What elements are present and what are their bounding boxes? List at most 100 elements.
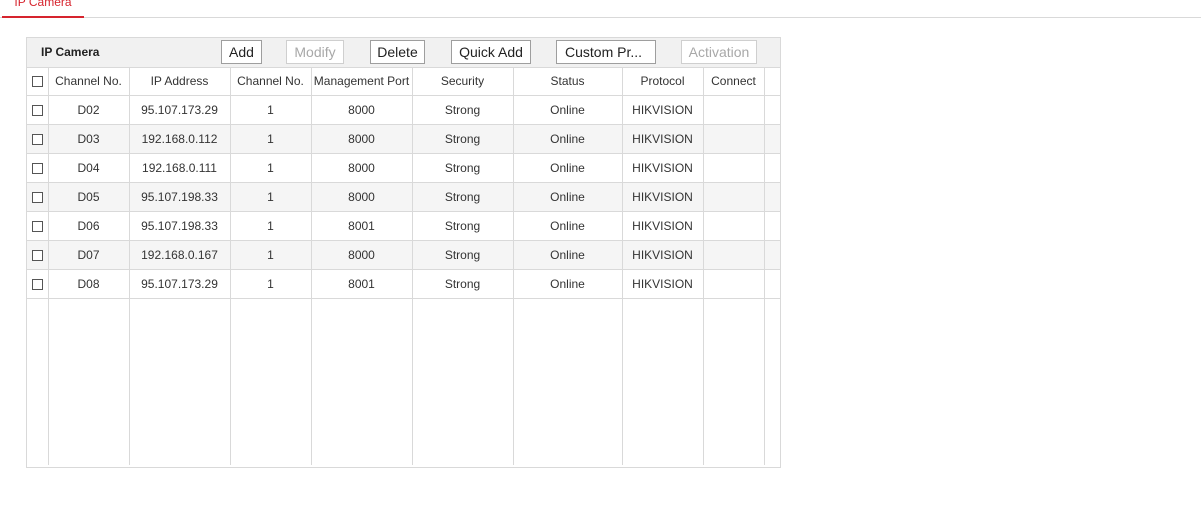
- empty-cell: [622, 298, 704, 465]
- ip-address-cell: 95.107.173.29: [129, 269, 231, 299]
- connect-cell: [703, 124, 765, 154]
- table-row[interactable]: D02 95.107.173.29 1 8000 Strong Online HIKVISI…: [27, 95, 781, 125]
- management-port-cell: 8001: [311, 269, 413, 299]
- delete-button[interactable]: Delete: [370, 40, 425, 64]
- status-cell: Online: [513, 269, 623, 299]
- channel-no-cell: D08: [48, 269, 130, 299]
- select-all-checkbox[interactable]: [31, 76, 43, 88]
- scrollbar-gutter: [764, 269, 781, 299]
- ip-address-cell: 95.107.198.33: [129, 211, 231, 241]
- connect-cell: [703, 95, 765, 125]
- protocol-cell: HIKVISION: [622, 182, 704, 212]
- row-checkbox[interactable]: [31, 105, 43, 117]
- row-checkbox[interactable]: [31, 134, 43, 146]
- scrollbar-gutter: [764, 182, 781, 212]
- security-cell: Strong: [412, 95, 514, 125]
- channel-number-cell: 1: [230, 182, 312, 212]
- column-header[interactable]: Connect: [703, 67, 765, 96]
- connect-cell: [703, 182, 765, 212]
- row-select-cell: [27, 269, 49, 299]
- column-header[interactable]: Channel No.: [48, 67, 130, 96]
- ip-camera-panel: IP Camera Add Modify Delete Quick Add Cu…: [26, 37, 781, 468]
- connect-cell: [703, 153, 765, 183]
- empty-cell: [48, 298, 130, 465]
- quick-add-button[interactable]: Quick Add: [451, 40, 531, 64]
- table-row[interactable]: D05 95.107.198.33 1 8000 Strong Online HIKVISI…: [27, 182, 781, 212]
- ip-address-cell: 192.168.0.111: [129, 153, 231, 183]
- row-select-cell: [27, 211, 49, 241]
- custom-protocol-button[interactable]: Custom Pr...: [556, 40, 656, 64]
- table-header-row: Channel No. IP Address Channel No. Manag…: [27, 67, 781, 96]
- status-cell: Online: [513, 124, 623, 154]
- table-row[interactable]: D08 95.107.173.29 1 8001 Strong Online HIKVISI…: [27, 269, 781, 299]
- security-cell: Strong: [412, 269, 514, 299]
- table-row[interactable]: D04 192.168.0.111 1 8000 Strong Online HIKVISI…: [27, 153, 781, 183]
- connect-cell: [703, 269, 765, 299]
- management-port-cell: 8000: [311, 124, 413, 154]
- connect-cell: [703, 240, 765, 270]
- protocol-cell: HIKVISION: [622, 95, 704, 125]
- row-select-cell: [27, 95, 49, 125]
- modify-button[interactable]: Modify: [286, 40, 344, 64]
- scrollbar-gutter: [764, 95, 781, 125]
- security-cell: Strong: [412, 211, 514, 241]
- select-all-cell: [27, 67, 49, 96]
- channel-number-cell: 1: [230, 153, 312, 183]
- empty-cell: [703, 298, 765, 465]
- ip-address-cell: 192.168.0.112: [129, 124, 231, 154]
- channel-number-cell: 1: [230, 211, 312, 241]
- column-header[interactable]: Security: [412, 67, 514, 96]
- status-cell: Online: [513, 240, 623, 270]
- add-button[interactable]: Add: [221, 40, 262, 64]
- toolbar-title: IP Camera: [41, 45, 100, 59]
- row-select-cell: [27, 124, 49, 154]
- row-checkbox[interactable]: [31, 279, 43, 291]
- tab-ip-camera[interactable]: IP Camera: [2, 0, 84, 18]
- protocol-cell: HIKVISION: [622, 124, 704, 154]
- channel-no-cell: D02: [48, 95, 130, 125]
- empty-cell: [311, 298, 413, 465]
- column-header[interactable]: Management Port: [311, 67, 413, 96]
- row-checkbox[interactable]: [31, 250, 43, 262]
- channel-no-cell: D03: [48, 124, 130, 154]
- protocol-cell: HIKVISION: [622, 153, 704, 183]
- empty-cell: [27, 298, 49, 465]
- empty-cell: [513, 298, 623, 465]
- column-header[interactable]: IP Address: [129, 67, 231, 96]
- table-row[interactable]: D03 192.168.0.112 1 8000 Strong Online HIKVISI…: [27, 124, 781, 154]
- channel-number-cell: 1: [230, 269, 312, 299]
- column-header[interactable]: Channel No.: [230, 67, 312, 96]
- security-cell: Strong: [412, 153, 514, 183]
- management-port-cell: 8000: [311, 95, 413, 125]
- column-header[interactable]: Protocol: [622, 67, 704, 96]
- table-row[interactable]: D07 192.168.0.167 1 8000 Strong Online HIKVISI…: [27, 240, 781, 270]
- scrollbar-gutter: [764, 153, 781, 183]
- ip-address-cell: 95.107.198.33: [129, 182, 231, 212]
- column-header[interactable]: Status: [513, 67, 623, 96]
- row-checkbox[interactable]: [31, 221, 43, 233]
- table-row[interactable]: D06 95.107.198.33 1 8001 Strong Online HIKVISI…: [27, 211, 781, 241]
- channel-no-cell: D05: [48, 182, 130, 212]
- activation-button[interactable]: Activation: [681, 40, 757, 64]
- protocol-cell: HIKVISION: [622, 269, 704, 299]
- connect-cell: [703, 211, 765, 241]
- status-cell: Online: [513, 211, 623, 241]
- management-port-cell: 8000: [311, 182, 413, 212]
- status-cell: Online: [513, 182, 623, 212]
- row-select-cell: [27, 182, 49, 212]
- toolbar: IP Camera Add Modify Delete Quick Add Cu…: [27, 38, 780, 68]
- empty-cell: [412, 298, 514, 465]
- empty-table-area: [27, 298, 781, 465]
- management-port-cell: 8000: [311, 240, 413, 270]
- scrollbar-gutter: [764, 211, 781, 241]
- status-cell: Online: [513, 153, 623, 183]
- channel-number-cell: 1: [230, 124, 312, 154]
- row-checkbox[interactable]: [31, 163, 43, 175]
- ip-address-cell: 192.168.0.167: [129, 240, 231, 270]
- protocol-cell: HIKVISION: [622, 240, 704, 270]
- channel-no-cell: D04: [48, 153, 130, 183]
- security-cell: Strong: [412, 182, 514, 212]
- security-cell: Strong: [412, 240, 514, 270]
- row-checkbox[interactable]: [31, 192, 43, 204]
- scrollbar-gutter: [764, 124, 781, 154]
